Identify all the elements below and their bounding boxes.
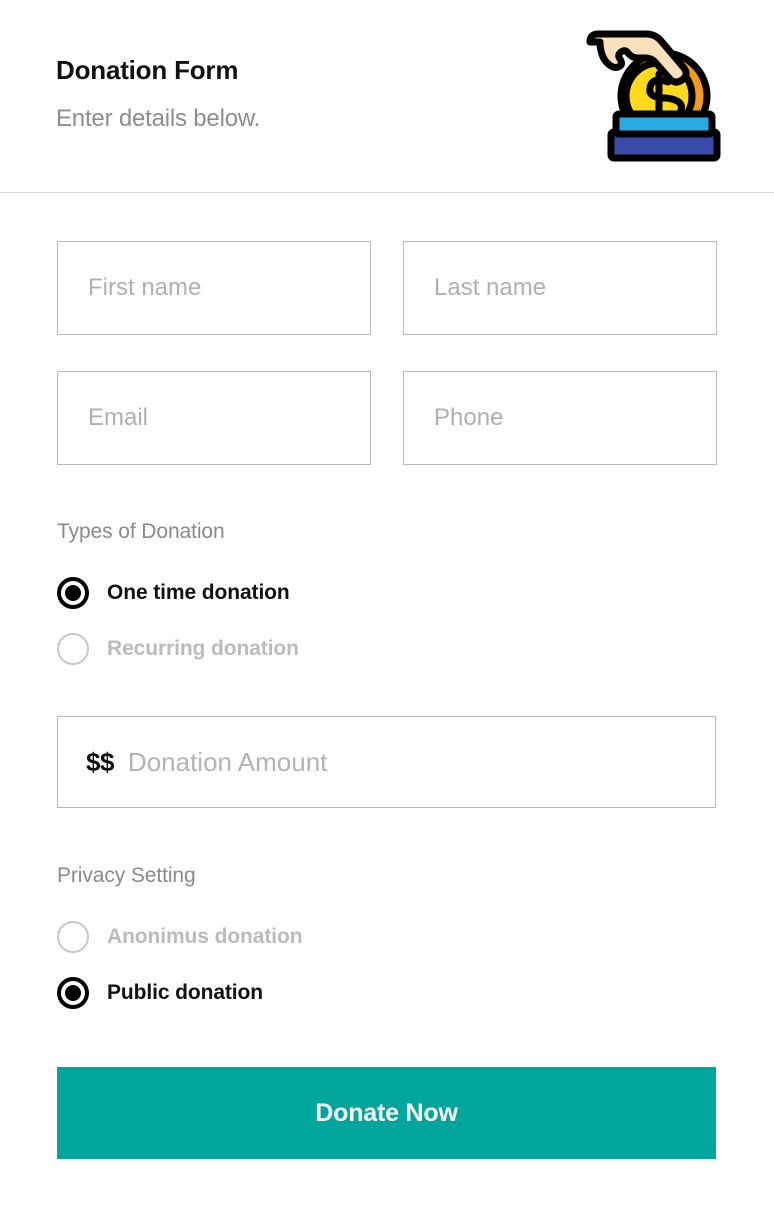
name-row xyxy=(57,241,717,335)
radio-option-public[interactable]: Public donation xyxy=(57,971,302,1015)
privacy-setting-label: Privacy Setting xyxy=(57,864,196,887)
donate-now-button[interactable]: Donate Now xyxy=(57,1067,716,1159)
email-input[interactable] xyxy=(57,371,371,465)
first-name-input[interactable] xyxy=(57,241,371,335)
radio-label-public: Public donation xyxy=(107,981,263,1004)
radio-unselected-icon[interactable] xyxy=(57,921,89,953)
page-header: Donation Form Enter details below. xyxy=(0,0,774,193)
phone-input[interactable] xyxy=(403,371,717,465)
donation-form-page: Donation Form Enter details below. First… xyxy=(0,0,774,1232)
contact-row xyxy=(57,371,717,465)
donation-amount-field[interactable]: $$ xyxy=(57,716,716,808)
radio-unselected-icon[interactable] xyxy=(57,633,89,665)
radio-label-one-time: One time donation xyxy=(107,581,290,604)
radio-label-recurring: Recurring donation xyxy=(107,637,299,660)
radio-selected-icon[interactable] xyxy=(57,577,89,609)
radio-option-anonymous[interactable]: Anonimus donation xyxy=(57,915,303,959)
radio-label-anonymous: Anonimus donation xyxy=(107,925,303,948)
radio-option-recurring[interactable]: Recurring donation xyxy=(57,627,299,671)
page-title: Donation Form xyxy=(56,55,239,85)
donation-type-label: Types of Donation xyxy=(57,520,225,543)
radio-option-one-time[interactable]: One time donation xyxy=(57,571,299,615)
privacy-radio-group: Anonimus donation Public donation xyxy=(57,915,303,1027)
currency-prefix-icon: $$ xyxy=(86,746,114,777)
radio-selected-icon[interactable] xyxy=(57,977,89,1009)
donation-amount-input[interactable] xyxy=(127,746,687,778)
last-name-input[interactable] xyxy=(403,241,717,335)
donation-type-radio-group: One time donation Recurring donation xyxy=(57,571,299,683)
hand-dropping-coin-into-donation-box-icon xyxy=(580,24,728,164)
contact-fields-grid xyxy=(57,241,717,501)
page-subtitle: Enter details below. xyxy=(56,105,261,132)
header-text-block: Donation Form Enter details below. xyxy=(56,54,260,134)
